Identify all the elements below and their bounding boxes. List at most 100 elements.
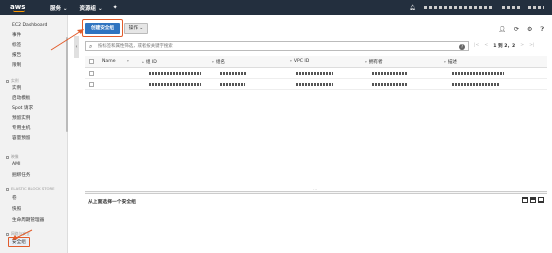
search-input[interactable] xyxy=(98,43,438,50)
sidebar-section-ebs[interactable]: ELASTIC BLOCK STORE xyxy=(6,186,55,191)
layout-toggle-group xyxy=(522,197,544,203)
sidebar-section-instances[interactable]: 实例 xyxy=(6,78,19,84)
cell-group-id xyxy=(149,81,201,86)
sidebar-item-dedicated-hosts[interactable]: 专用主机 xyxy=(12,125,30,131)
create-security-group-button[interactable]: 创建安全组 xyxy=(85,23,120,34)
column-header-label: VPC ID xyxy=(293,59,310,64)
sidebar-item-launch-templates[interactable]: 启动模板 xyxy=(12,95,30,101)
sidebar-item-capacity-reservations[interactable]: 容量预留 xyxy=(12,135,30,141)
details-pane-title: 从上面选择一个安全组 xyxy=(88,200,136,205)
redacted-text xyxy=(296,71,333,75)
pagination: |< < 1 到 2，2 > >| xyxy=(474,43,535,49)
layout-split-icon[interactable] xyxy=(530,197,536,203)
redacted-text xyxy=(452,71,504,75)
sidebar-section-images[interactable]: 映像 xyxy=(6,154,19,160)
last-page-icon[interactable]: >| xyxy=(529,43,534,49)
services-menu[interactable]: 服务 ⌄ xyxy=(50,4,68,12)
column-header-name[interactable]: Name xyxy=(102,59,116,64)
region-menu[interactable] xyxy=(502,6,520,9)
sidebar-item-reserved-instances[interactable]: 预留实例 xyxy=(12,115,30,121)
sidebar-item-lifecycle-manager[interactable]: 生命周期管理器 xyxy=(12,217,44,223)
sidebar-item-spot-requests[interactable]: Spot 请求 xyxy=(12,105,33,111)
collapse-icon xyxy=(6,79,9,83)
cell-vpc-id xyxy=(296,81,333,86)
actions-dropdown-button[interactable]: 操作 ⌄ xyxy=(124,23,148,34)
help-circle-icon[interactable]: ? xyxy=(459,43,465,50)
search-icon: ⌕ xyxy=(89,43,93,50)
cell-owner xyxy=(372,70,408,75)
aws-logo-text: aws xyxy=(10,2,26,11)
sidebar-section-label: ELASTIC BLOCK STORE xyxy=(11,186,55,191)
sidebar-item-snapshots[interactable]: 快照 xyxy=(12,206,21,212)
account-menu[interactable] xyxy=(424,6,494,9)
table-row[interactable] xyxy=(85,68,547,79)
bell-icon[interactable]: 🔔︎ xyxy=(410,5,416,11)
pane-splitter[interactable]: ⋯ xyxy=(85,187,547,194)
sort-caret-icon: ▴ xyxy=(142,60,144,64)
sidebar-item-bundle-tasks[interactable]: 捆绑任务 xyxy=(12,172,30,178)
support-menu[interactable] xyxy=(528,6,544,9)
column-header-label: 描述 xyxy=(447,60,458,65)
sort-caret-icon: ▾ xyxy=(444,60,446,64)
chevron-down-icon: ⌄ xyxy=(139,26,144,31)
services-menu-label: 服务 xyxy=(50,5,62,12)
drag-handle-icon: ⋯ xyxy=(313,187,317,192)
cell-description xyxy=(452,81,500,86)
search-bar: ⌕ ? xyxy=(85,41,469,51)
sort-caret-icon: ▾ xyxy=(290,59,292,63)
aws-logo[interactable]: aws xyxy=(10,2,32,12)
column-header-label: Name xyxy=(102,59,116,64)
redacted-text xyxy=(149,71,201,75)
refresh-icon[interactable]: ⟳ xyxy=(514,26,519,34)
actions-label: 操作 xyxy=(128,26,138,31)
cell-group-name xyxy=(220,70,247,75)
redacted-text xyxy=(220,71,247,75)
previous-page-icon[interactable]: < xyxy=(484,43,488,49)
column-header-group-name[interactable]: ▾ 组名 xyxy=(212,59,225,65)
column-header-label: 组 ID xyxy=(145,60,157,65)
first-page-icon[interactable]: |< xyxy=(474,43,479,49)
sidebar-item-reports[interactable]: 报告 xyxy=(12,52,21,58)
cell-owner xyxy=(372,81,408,86)
column-header-label: 组名 xyxy=(215,60,226,65)
top-navigation-bar: aws 服务 ⌄ 资源组 ⌄ ✦ 🔔︎ xyxy=(0,0,552,15)
sidebar-item-ami[interactable]: AMI xyxy=(12,162,20,167)
sidebar-item-limits[interactable]: 限制 xyxy=(12,62,21,68)
sidebar-item-tags[interactable]: 标签 xyxy=(12,42,21,48)
column-header-description[interactable]: ▾ 描述 xyxy=(444,59,457,65)
column-header-vpc-id[interactable]: ▾ VPC ID xyxy=(290,59,309,64)
user-icon[interactable]: 👤︎ xyxy=(498,26,506,34)
select-all-checkbox[interactable] xyxy=(89,59,94,64)
toolbar-icons: 👤︎ ⟳ ⚙ ❓︎ xyxy=(498,26,544,34)
column-header-owner[interactable]: ▾ 拥有者 xyxy=(365,59,383,65)
cell-group-id xyxy=(149,70,201,75)
cell-group-name xyxy=(220,81,245,86)
layout-bottom-icon[interactable] xyxy=(538,197,544,203)
sidebar-section-label: 映像 xyxy=(11,154,19,159)
sidebar-item-events[interactable]: 事件 xyxy=(12,32,21,38)
sidebar-item-volumes[interactable]: 卷 xyxy=(12,195,17,201)
resource-groups-label: 资源组 xyxy=(79,5,97,12)
pin-icon[interactable]: ✦ xyxy=(113,4,118,11)
resource-groups-menu[interactable]: 资源组 ⌄ xyxy=(80,4,103,12)
sort-caret-icon: ▾ xyxy=(127,59,129,63)
page-range: 1 到 2，2 xyxy=(493,44,516,49)
sidebar-item-ec2-dashboard[interactable]: EC2 Dashboard xyxy=(12,23,47,28)
help-icon[interactable]: ❓︎ xyxy=(540,26,544,34)
column-header-sort-caret[interactable]: ▾ xyxy=(127,59,131,64)
redacted-text xyxy=(452,82,500,86)
redacted-text xyxy=(149,82,201,86)
row-checkbox[interactable] xyxy=(89,82,94,87)
cell-vpc-id xyxy=(296,70,333,75)
sort-caret-icon: ▾ xyxy=(365,60,367,64)
next-page-icon[interactable]: > xyxy=(520,43,524,49)
table-row[interactable] xyxy=(85,79,547,90)
collapse-icon xyxy=(6,155,9,159)
redacted-text xyxy=(296,82,333,86)
column-header-group-id[interactable]: ▴ 组 ID xyxy=(142,59,157,65)
sidebar-item-instances[interactable]: 实例 xyxy=(12,85,21,91)
row-checkbox[interactable] xyxy=(89,71,94,76)
sort-caret-icon: ▾ xyxy=(212,60,214,64)
gear-icon[interactable]: ⚙ xyxy=(527,26,532,34)
layout-top-icon[interactable] xyxy=(522,197,528,203)
